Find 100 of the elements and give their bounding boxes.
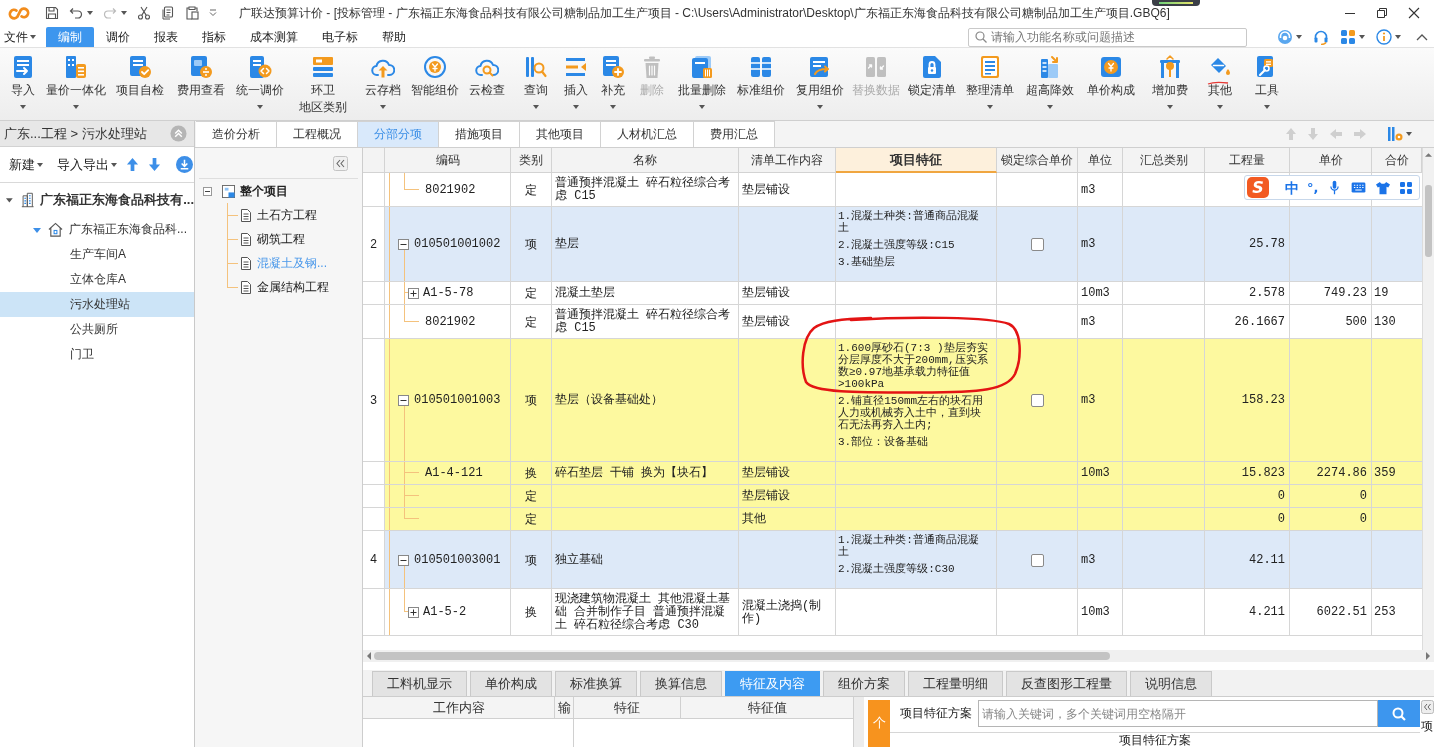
toolbar-button[interactable]: 单价构成 <box>1087 48 1135 99</box>
caret-icon[interactable] <box>1395 34 1401 39</box>
toolbar-button[interactable]: 超高降效 <box>1026 48 1074 109</box>
tree-item[interactable]: 污水处理站 <box>0 292 194 317</box>
menu-tab[interactable]: 指标 <box>190 27 238 47</box>
expand-toggle-icon[interactable] <box>408 288 419 299</box>
expand-toggle-icon[interactable] <box>398 554 409 566</box>
table-row[interactable]: A1-4-121 换 碎石垫层 干铺 换为【块石】 垫层铺设 10m3 15.823 2274.86 359 <box>363 462 1422 485</box>
scroll-up-icon[interactable] <box>1425 152 1432 157</box>
tab[interactable]: 组价方案 <box>823 671 905 696</box>
customize-icon[interactable] <box>209 9 217 17</box>
toolbar-button[interactable]: 环卫 地区类别 <box>298 48 347 116</box>
toolbar-button[interactable]: 云存档 <box>364 48 401 109</box>
expand-toggle-icon[interactable] <box>398 239 409 250</box>
breadcrumb[interactable]: 广东...工程 > 污水处理站 <box>4 124 147 143</box>
column-header[interactable]: 汇总类别 <box>1123 148 1205 173</box>
checkbox[interactable] <box>1030 553 1044 567</box>
checkbox[interactable] <box>1030 394 1044 407</box>
menu-tab[interactable]: 调价 <box>94 27 142 47</box>
tree-item[interactable]: 金属结构工程 <box>195 275 362 299</box>
new-button[interactable]: 新建 <box>9 155 43 174</box>
search-button[interactable] <box>1378 700 1420 727</box>
tree-item[interactable]: 广东福正东海食品科技有... <box>0 187 194 212</box>
expand-arrow-icon[interactable] <box>33 225 41 234</box>
toolbar-button[interactable]: 增加费 <box>1151 48 1188 109</box>
toolbar-button[interactable]: 项目自检 <box>115 48 164 99</box>
tab[interactable]: 措施项目 <box>439 121 520 147</box>
table-row[interactable]: 定 垫层铺设 0 0 <box>363 485 1422 508</box>
column-header[interactable]: 合价 <box>1372 148 1422 173</box>
column-header[interactable]: 清单工作内容 <box>739 148 836 173</box>
tree-item[interactable]: 生产车间A <box>0 242 194 267</box>
copy-icon[interactable] <box>161 6 175 20</box>
scrollbar-thumb[interactable] <box>374 652 1110 660</box>
toolbar-button[interactable]: 标准组价 <box>737 48 785 99</box>
toolbar-button[interactable]: 批量删除 <box>677 48 726 109</box>
tab[interactable]: 换算信息 <box>640 671 722 696</box>
collapse-icon[interactable] <box>170 125 187 142</box>
tab[interactable]: 单价构成 <box>470 671 552 696</box>
column-header[interactable]: 工程量 <box>1205 148 1290 173</box>
toolbar-button[interactable]: 复用组价 <box>796 48 844 109</box>
column-header[interactable]: 单价 <box>1290 148 1372 173</box>
caret-icon[interactable] <box>121 11 127 15</box>
tab[interactable]: 造价分析 <box>196 121 277 147</box>
table-row[interactable]: A1-5-78 定 混凝土垫层 垫层铺设 10m3 2.578 749.23 19 <box>363 282 1422 305</box>
toolbar-button[interactable]: 插入 <box>564 48 588 109</box>
toolbar-button[interactable]: 其他 <box>1207 48 1232 109</box>
shirt-icon[interactable] <box>1375 180 1392 195</box>
keyboard-icon[interactable] <box>1351 182 1367 193</box>
tab[interactable]: 反查图形工程量 <box>1006 671 1127 696</box>
column-settings-icon[interactable] <box>1387 126 1403 142</box>
tab[interactable]: 说明信息 <box>1130 671 1212 696</box>
download-icon[interactable] <box>176 156 193 173</box>
tree-item[interactable]: 砌筑工程 <box>195 227 362 251</box>
tab[interactable]: 标准换算 <box>555 671 637 696</box>
toolbar-button[interactable]: 统一调价 <box>235 48 284 109</box>
toolbar-button[interactable]: 量价一体化 <box>46 48 106 109</box>
undo-icon[interactable] <box>69 6 83 20</box>
horizontal-scrollbar[interactable] <box>363 650 1434 662</box>
tab[interactable]: 人材机汇总 <box>601 121 694 147</box>
toolbar-button[interactable]: 查询 <box>523 48 548 109</box>
restore-icon[interactable] <box>1376 7 1388 19</box>
tree-item[interactable]: 立体仓库A <box>0 267 194 292</box>
scrollbar-thumb[interactable] <box>1425 185 1432 257</box>
apps-icon[interactable] <box>1340 28 1356 45</box>
checkbox[interactable] <box>1030 238 1044 251</box>
down-arrow-icon[interactable] <box>148 157 161 172</box>
expand-arrow-icon[interactable] <box>6 195 13 204</box>
toolbar-button[interactable]: 智能组价 <box>411 48 459 99</box>
search-field[interactable]: 请输入关键词，多个关键词用空格隔开 <box>978 700 1378 727</box>
vertical-scrollbar[interactable] <box>1422 148 1434 650</box>
column-header[interactable]: 单位 <box>1078 148 1123 173</box>
caret-icon[interactable] <box>1296 34 1302 39</box>
search-field[interactable]: 请输入功能名称或问题描述 <box>968 27 1247 47</box>
tree-item[interactable]: 整个项目 <box>195 179 362 203</box>
toolbar-button[interactable]: 锁定清单 <box>908 48 956 99</box>
table-row[interactable]: 定 其他 0 0 <box>363 508 1422 531</box>
chevron-up-icon[interactable] <box>1416 32 1428 41</box>
tree-item[interactable]: 公共厕所 <box>0 317 194 342</box>
menu-tab[interactable]: 电子标 <box>310 27 370 47</box>
caret-icon[interactable] <box>1359 34 1365 39</box>
up-arrow-icon[interactable] <box>126 157 139 172</box>
toolbar-button[interactable]: 导入 <box>10 48 35 109</box>
collapse-icon[interactable] <box>1420 700 1434 714</box>
column-header[interactable]: 类别 <box>511 148 552 173</box>
info-icon[interactable] <box>1376 28 1392 45</box>
tree-item[interactable]: 广东福正东海食品科... <box>0 217 194 242</box>
expand-toggle-icon[interactable] <box>408 607 419 618</box>
column-header[interactable]: 编码 <box>385 148 511 173</box>
column-header[interactable]: 名称 <box>552 148 739 173</box>
ime-mode[interactable]: 中 <box>1285 179 1299 196</box>
tree-item[interactable]: 门卫 <box>0 342 194 367</box>
menu-tab[interactable]: 文件 <box>0 27 42 47</box>
microphone-icon[interactable] <box>1330 180 1340 195</box>
tab[interactable]: 费用汇总 <box>694 121 775 147</box>
tree-item[interactable]: 土石方工程 <box>195 203 362 227</box>
scissors-icon[interactable] <box>137 6 151 20</box>
punctuation-mode[interactable]: °, <box>1307 179 1319 196</box>
collapse-icon[interactable] <box>333 155 348 171</box>
toolbar-button[interactable]: 费用查看 <box>176 48 225 99</box>
toolbar-button[interactable]: 云检查 <box>468 48 505 99</box>
